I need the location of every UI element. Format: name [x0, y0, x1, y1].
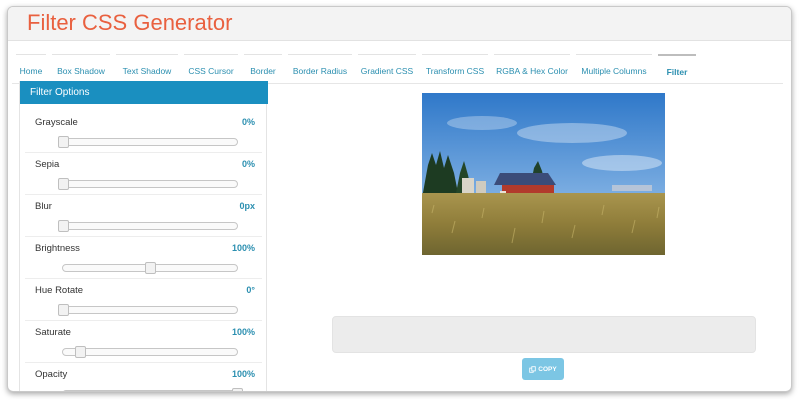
tab-gradient-css[interactable]: Gradient CSS: [358, 54, 416, 82]
option-value: 0°: [246, 285, 255, 295]
option-saturate: Saturate 100%: [25, 321, 262, 363]
app-window: Filter CSS Generator Home Box Shadow Tex…: [7, 6, 792, 392]
tab-text-shadow[interactable]: Text Shadow: [116, 54, 178, 82]
option-grayscale: Grayscale 0%: [25, 111, 262, 153]
option-label: Grayscale: [35, 117, 78, 128]
nav-tabs: Home Box Shadow Text Shadow CSS Cursor B…: [12, 54, 783, 84]
option-value: 0%: [241, 117, 255, 127]
option-value: 100%: [231, 243, 255, 253]
tab-box-shadow[interactable]: Box Shadow: [52, 54, 110, 82]
tab-multiple-columns[interactable]: Multiple Columns: [576, 54, 652, 82]
copy-button-label: COPY: [538, 365, 557, 373]
option-label: Blur: [35, 201, 52, 212]
preview-image: [422, 93, 665, 255]
tab-rgba-hex-color[interactable]: RGBA & Hex Color: [494, 54, 570, 82]
brightness-slider[interactable]: [62, 262, 238, 274]
slider-thumb[interactable]: [58, 304, 69, 316]
sepia-slider[interactable]: [58, 178, 238, 190]
option-opacity: Opacity 100%: [25, 363, 262, 391]
option-sepia: Sepia 0%: [25, 153, 262, 195]
filter-options-panel: Filter Options Grayscale 0% Sepia 0% Blu…: [19, 81, 268, 391]
option-value: 0%: [241, 159, 255, 169]
option-label: Hue Rotate: [35, 285, 84, 296]
slider-thumb[interactable]: [58, 220, 69, 232]
grayscale-slider[interactable]: [58, 136, 238, 148]
slider-thumb[interactable]: [58, 136, 69, 148]
option-label: Saturate: [35, 327, 71, 338]
slider-thumb[interactable]: [75, 346, 87, 358]
copy-icon: [529, 365, 537, 373]
opacity-slider[interactable]: [62, 388, 243, 391]
tab-css-cursor[interactable]: CSS Cursor: [184, 54, 238, 82]
tab-home[interactable]: Home: [16, 54, 46, 82]
option-value: 0px: [239, 201, 255, 211]
slider-thumb[interactable]: [145, 262, 156, 274]
option-blur: Blur 0px: [25, 195, 262, 237]
option-value: 100%: [231, 369, 255, 379]
blur-slider[interactable]: [58, 220, 238, 232]
option-label: Brightness: [35, 243, 80, 254]
option-hue-rotate: Hue Rotate 0°: [25, 279, 262, 321]
tab-transform-css[interactable]: Transform CSS: [422, 54, 488, 82]
option-brightness: Brightness 100%: [25, 237, 262, 279]
hue-rotate-slider[interactable]: [58, 304, 238, 316]
css-output-box[interactable]: [332, 316, 756, 353]
option-value: 100%: [231, 327, 255, 337]
farm-landscape-photo: [422, 93, 665, 255]
slider-thumb[interactable]: [232, 388, 243, 391]
option-label: Opacity: [35, 369, 68, 380]
saturate-slider[interactable]: [62, 346, 238, 358]
slider-thumb[interactable]: [58, 178, 69, 190]
panel-title: Filter Options: [20, 81, 268, 104]
option-label: Sepia: [35, 159, 60, 170]
tab-border[interactable]: Border: [244, 54, 282, 82]
header: Filter CSS Generator: [8, 7, 791, 41]
tab-border-radius[interactable]: Border Radius: [288, 54, 352, 82]
copy-button[interactable]: COPY: [522, 358, 564, 380]
page-title: Filter CSS Generator: [27, 10, 233, 35]
tab-filter[interactable]: Filter: [658, 54, 696, 82]
